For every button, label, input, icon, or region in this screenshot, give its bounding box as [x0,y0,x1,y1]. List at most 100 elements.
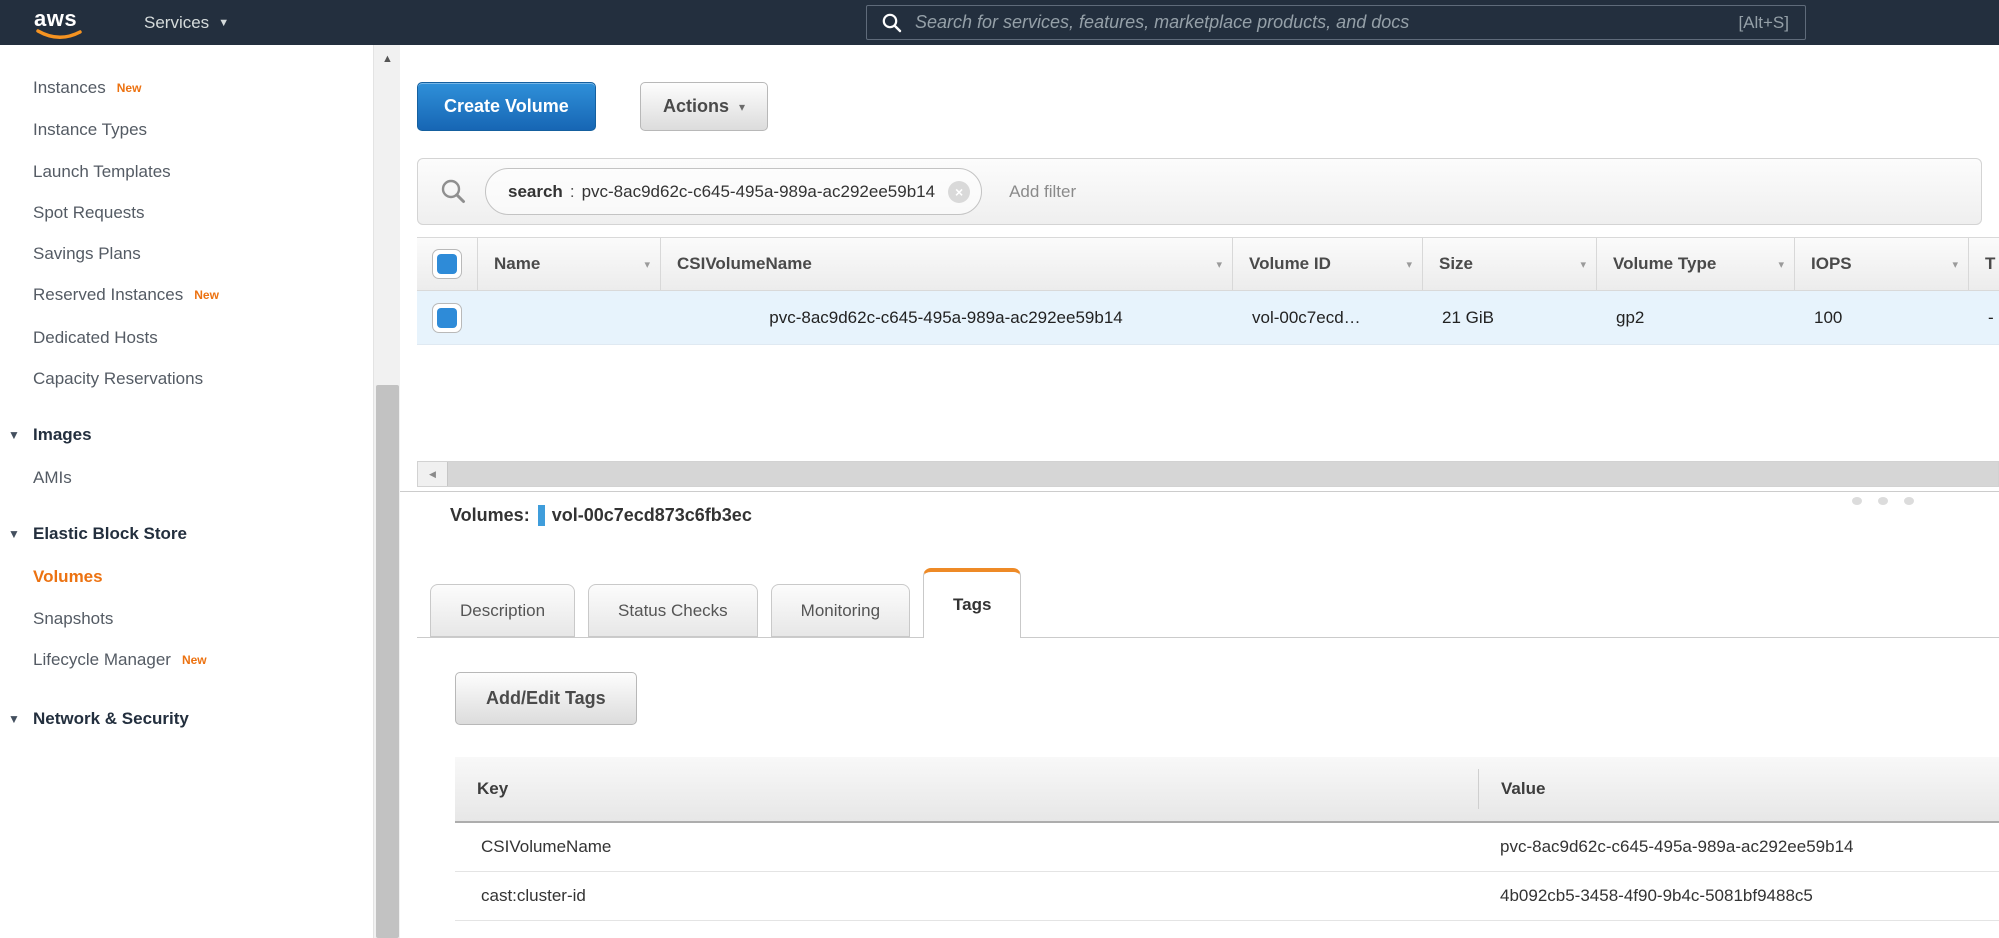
sidebar-item-lifecycle-manager[interactable]: Lifecycle Manager New [33,645,207,675]
main-panel: Create Volume Actions ▾ search : pvc-8ac… [400,45,1999,938]
column-label: T [1985,254,1995,274]
search-icon [881,12,903,34]
sidebar-item-launch-templates[interactable]: Launch Templates [33,157,171,187]
sidebar-section-network-security[interactable]: ▼ Network & Security [33,704,189,734]
sidebar-item-capacity-reservations[interactable]: Capacity Reservations [33,364,203,394]
actions-button[interactable]: Actions ▾ [640,82,768,131]
sidebar-item-label: Snapshots [33,609,113,629]
sidebar-scrollbar[interactable]: ▲ [373,45,400,938]
sort-arrow-icon: ▾ [1406,258,1412,271]
sidebar-item-reserved-instances[interactable]: Reserved Instances New [33,280,219,310]
column-header-volume-id[interactable]: Volume ID ▾ [1232,238,1422,290]
sidebar-item-dedicated-hosts[interactable]: Dedicated Hosts [33,323,158,353]
column-header-name[interactable]: Name ▾ [477,238,660,290]
filter-search-icon [440,178,467,205]
sidebar-item-instance-types[interactable]: Instance Types [33,115,147,145]
sidebar-section-elastic-block-store[interactable]: ▼ Elastic Block Store [33,519,187,549]
new-badge: New [194,288,219,302]
sidebar-item-label: Spot Requests [33,203,145,223]
tab-description[interactable]: Description [430,584,575,637]
tag-row[interactable]: cast:cluster-id 4b092cb5-3458-4f90-9b4c-… [455,872,1999,921]
sort-arrow-icon: ▾ [1952,258,1958,271]
sidebar-section-images[interactable]: ▼ Images [33,420,92,450]
filter-tag-search[interactable]: search : pvc-8ac9d62c-c645-495a-989a-ac2… [485,168,982,215]
column-header-csivolumename[interactable]: CSIVolumeName ▾ [660,238,1232,290]
tags-column-value: Value [1478,769,1999,809]
sidebar-scrollbar-thumb[interactable] [376,385,399,938]
filter-bar[interactable]: search : pvc-8ac9d62c-c645-495a-989a-ac2… [417,158,1982,225]
services-menu[interactable]: Services ▼ [144,13,229,33]
section-collapse-icon: ▼ [8,428,20,442]
tab-tags[interactable]: Tags [923,568,1021,638]
services-label: Services [144,13,209,33]
tag-row[interactable]: CSIVolumeName pvc-8ac9d62c-c645-495a-989… [455,823,1999,872]
section-header-label: Elastic Block Store [33,524,187,544]
sort-arrow-icon: ▾ [1580,258,1586,271]
sidebar-item-label: Launch Templates [33,162,171,182]
sidebar-item-amis[interactable]: AMIs [33,463,72,493]
tab-label: Description [460,601,545,621]
volumes-table-header: Name ▾ CSIVolumeName ▾ Volume ID ▾ Size … [417,237,1999,291]
column-header-iops[interactable]: IOPS ▾ [1794,238,1968,290]
sidebar-item-snapshots[interactable]: Snapshots [33,604,113,634]
checkbox-checked-fill [437,254,457,274]
column-label: Name [494,254,540,274]
horizontal-scrollbar-thumb[interactable] [447,462,1998,486]
global-search-input[interactable]: Search for services, features, marketpla… [866,5,1806,40]
scroll-up-icon[interactable]: ▲ [374,53,401,65]
tag-value: pvc-8ac9d62c-c645-495a-989a-ac292ee59b14 [1478,837,1999,857]
sidebar-item-volumes[interactable]: Volumes [33,562,103,592]
add-edit-tags-button[interactable]: Add/Edit Tags [455,672,637,725]
tab-label: Monitoring [801,601,880,621]
sort-arrow-icon: ▾ [1778,258,1784,271]
column-label: CSIVolumeName [677,254,812,274]
sidebar-item-instances[interactable]: Instances New [33,73,141,103]
volume-row[interactable]: pvc-8ac9d62c-c645-495a-989a-ac292ee59b14… [417,291,1999,345]
create-volume-label: Create Volume [444,96,569,117]
tag-key: cast:cluster-id [455,886,1478,906]
horizontal-scrollbar[interactable]: ◀ [417,461,1999,487]
new-badge: New [117,81,142,95]
sidebar-item-label: Lifecycle Manager [33,650,171,670]
filter-tag-separator: : [570,182,575,202]
ec2-sidebar: Instances New Instance Types Launch Temp… [0,45,373,938]
row-checkbox[interactable] [432,303,462,333]
tab-monitoring[interactable]: Monitoring [771,584,910,637]
search-shortcut-hint: [Alt+S] [1738,13,1789,33]
row-checkbox-cell [417,303,477,333]
cell-csivolumename: pvc-8ac9d62c-c645-495a-989a-ac292ee59b14 [660,308,1232,328]
select-all-checkbox[interactable] [432,249,462,279]
section-header-label: Network & Security [33,709,189,729]
scroll-left-icon[interactable]: ◀ [418,462,447,486]
tab-label: Tags [953,595,991,615]
new-badge: New [182,653,207,667]
sidebar-item-savings-plans[interactable]: Savings Plans [33,239,141,269]
column-header-volume-type[interactable]: Volume Type ▾ [1596,238,1794,290]
panel-divider [400,491,1999,492]
actions-caret-icon: ▾ [739,100,745,114]
column-header-throughput[interactable]: T [1968,238,1999,290]
sort-arrow-icon: ▾ [1216,258,1222,271]
column-label: Size [1439,254,1473,274]
text-cursor-bar [538,505,545,526]
sidebar-item-label: Instances [33,78,106,98]
section-collapse-icon: ▼ [8,712,20,726]
detail-tabs: Description Status Checks Monitoring Tag… [430,568,1034,637]
add-filter-button[interactable]: Add filter [1009,182,1076,202]
detail-volume-id: vol-00c7ecd873c6fb3ec [552,505,752,526]
detail-panel-title: Volumes: vol-00c7ecd873c6fb3ec [450,505,752,526]
create-volume-button[interactable]: Create Volume [417,82,596,131]
aws-logo[interactable]: aws [34,6,86,40]
tab-status-checks[interactable]: Status Checks [588,584,758,637]
column-header-size[interactable]: Size ▾ [1422,238,1596,290]
tags-table: Key Value CSIVolumeName pvc-8ac9d62c-c64… [455,757,1999,921]
sidebar-item-spot-requests[interactable]: Spot Requests [33,198,145,228]
remove-filter-icon[interactable]: × [948,181,970,203]
filter-tag-value: pvc-8ac9d62c-c645-495a-989a-ac292ee59b14 [582,182,936,202]
panel-resize-grip[interactable] [1852,497,1914,505]
sort-arrow-icon: ▾ [644,258,650,271]
search-placeholder: Search for services, features, marketpla… [915,12,1738,33]
column-label: Volume Type [1613,254,1716,274]
sidebar-item-label: Instance Types [33,120,147,140]
tag-key: CSIVolumeName [455,837,1478,857]
